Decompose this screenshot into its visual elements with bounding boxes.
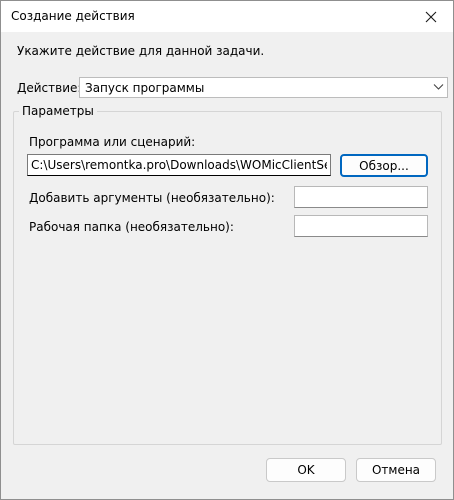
action-select[interactable]: Запуск программы [79,77,448,98]
create-action-dialog: Создание действия Укажите действие для д… [0,0,454,500]
chevron-down-icon [433,84,444,90]
workdir-input[interactable] [294,215,428,237]
cancel-button[interactable]: Отмена [356,458,436,482]
instruction-text: Укажите действие для данной задачи. [17,44,265,58]
title-bar: Создание действия [1,1,453,32]
program-path-input[interactable] [27,154,331,176]
workdir-label: Рабочая папка (необязательно): [29,220,234,234]
action-select-value: Запуск программы [85,81,205,95]
arguments-label: Добавить аргументы (необязательно): [29,191,275,205]
action-label: Действие: [17,81,82,95]
close-button[interactable] [409,1,453,32]
close-icon [425,11,437,22]
arguments-input[interactable] [294,186,428,208]
ok-button[interactable]: OK [266,458,346,482]
window-title: Создание действия [11,9,135,23]
browse-button[interactable]: Обзор... [340,154,428,177]
program-label: Программа или сценарий: [29,135,196,149]
parameters-group-title: Параметры [19,104,97,118]
